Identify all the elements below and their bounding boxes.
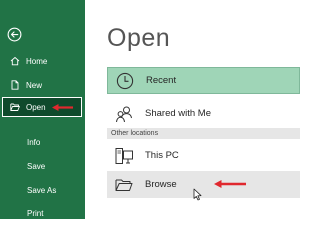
location-recent[interactable]: Recent [107,67,300,94]
location-label: Recent [146,75,177,86]
backstage-sidebar: Home New Open Info Save Save As Print [0,0,85,219]
folder-icon [115,179,133,191]
sidebar-item-label: New [26,80,43,90]
sidebar-item-print[interactable]: Print [0,204,85,222]
new-document-icon [11,80,19,90]
location-label: Shared with Me [145,108,212,119]
back-arrow-icon[interactable] [7,27,22,42]
sidebar-item-label: Info [27,137,41,147]
sidebar-item-new[interactable]: New [0,76,85,94]
sidebar-item-save-as[interactable]: Save As [0,181,85,199]
section-header-other-locations: Other locations [107,128,300,139]
sidebar-item-label: Print [27,208,44,218]
annotation-arrow-icon [52,104,73,111]
sidebar-item-label: Home [26,56,48,66]
mouse-cursor-icon [193,188,202,201]
location-browse[interactable]: Browse [107,171,300,198]
location-this-pc[interactable]: This PC [107,142,300,169]
clock-icon [116,72,134,89]
computer-icon [115,147,133,164]
location-label: This PC [145,150,179,161]
sidebar-item-save[interactable]: Save [0,157,85,175]
home-icon [10,56,20,66]
people-icon [116,106,132,122]
sidebar-item-home[interactable]: Home [0,52,85,70]
sidebar-item-label: Save As [27,185,57,195]
open-folder-icon [10,103,20,111]
sidebar-item-label: Save [27,161,46,171]
page-title: Open [107,24,171,52]
sidebar-item-info[interactable]: Info [0,133,85,151]
annotation-arrow-icon [214,180,246,188]
sidebar-item-label: Open [26,102,46,112]
location-shared-with-me[interactable]: Shared with Me [107,100,300,127]
location-label: Browse [145,179,177,190]
